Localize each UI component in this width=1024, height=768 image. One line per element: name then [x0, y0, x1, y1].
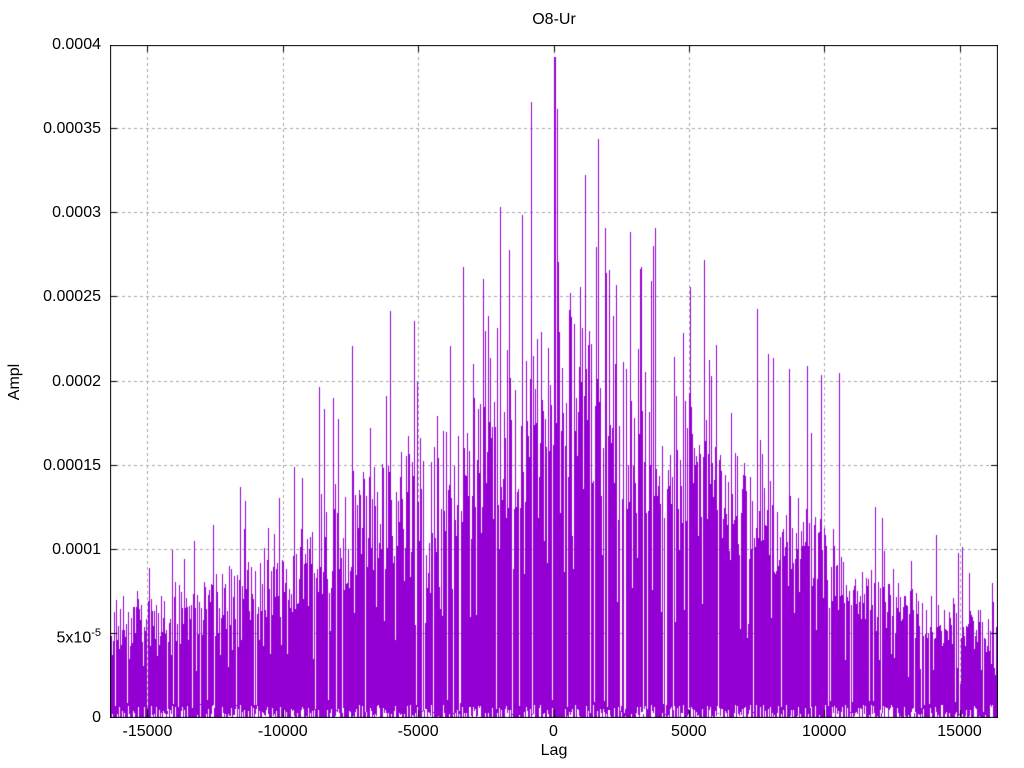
y-tick-label: 0.0004: [52, 36, 101, 53]
y-tick-label: 0.0003: [52, 204, 101, 222]
x-tick-label: -10000: [257, 723, 308, 740]
y-tick-label: 0.00035: [43, 120, 101, 138]
x-axis-label: Lag: [540, 742, 568, 759]
chart-title: O8-Ur: [532, 11, 576, 28]
chart-window: O8-Ur Ampl -15000 -10000 -5000 0 5000 10000 15…: [0, 0, 1024, 768]
y-tick-label: 0.0002: [52, 372, 101, 390]
x-tick-label: -5000: [397, 723, 439, 740]
x-tick-label: 0: [549, 723, 558, 740]
y-tick-label: 0.00015: [43, 456, 101, 474]
x-tick-label: 15000: [937, 723, 982, 740]
y-tick-label: 0.00025: [43, 288, 101, 306]
y-tick-label: 5x10-5: [56, 626, 101, 647]
y-tick-label: 0.0001: [52, 540, 101, 558]
x-tick-label: -15000: [122, 723, 173, 740]
x-tick-label: 5000: [671, 723, 707, 740]
plot-canvas: [110, 45, 998, 718]
y-tick-label: 0: [92, 709, 101, 726]
x-tick-label: 10000: [801, 723, 847, 740]
